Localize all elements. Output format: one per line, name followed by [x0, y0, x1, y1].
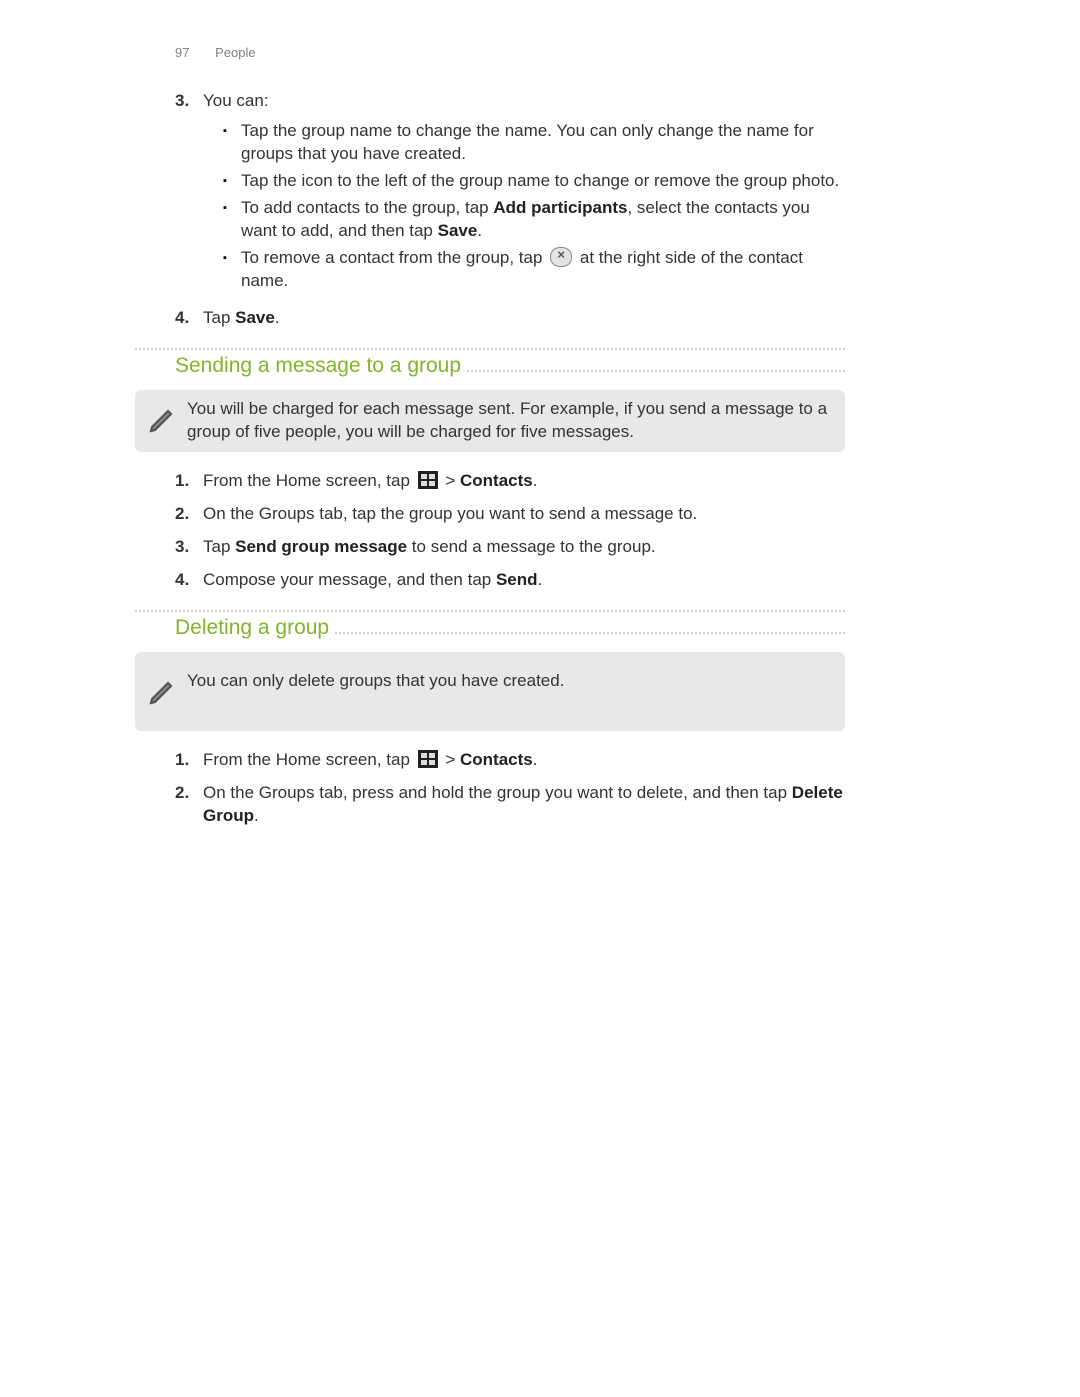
step-body: Tap Send group message to send a message… — [203, 536, 845, 559]
save-label: Save — [235, 308, 275, 327]
t: Tap — [203, 537, 235, 556]
t: Tap — [203, 308, 235, 327]
s3-step1: 1. From the Home screen, tap > Contacts. — [175, 749, 845, 772]
section-heading: Deleting a group — [135, 612, 331, 644]
save-label: Save — [438, 221, 478, 240]
bullet-photo: ▪ Tap the icon to the left of the group … — [223, 170, 845, 193]
apps-grid-icon — [418, 750, 438, 768]
content-column: 97 People 3. You can: ▪ Tap the group na… — [135, 44, 845, 828]
step-3: 3. You can: ▪ Tap the group name to chan… — [175, 90, 845, 298]
running-header: 97 People — [175, 44, 845, 62]
step-body: On the Groups tab, tap the group you wan… — [203, 503, 845, 526]
step-number: 4. — [175, 569, 203, 592]
step3-bullets: ▪ Tap the group name to change the name.… — [223, 120, 845, 293]
bullet-rename: ▪ Tap the group name to change the name.… — [223, 120, 845, 166]
s2-step4: 4. Compose your message, and then tap Se… — [175, 569, 845, 592]
bullet-text: Tap the icon to the left of the group na… — [241, 170, 845, 193]
step-body: Compose your message, and then tap Send. — [203, 569, 845, 592]
t: . — [533, 471, 538, 490]
step-4: 4. Tap Save. — [175, 307, 845, 330]
deleting-steps: 1. From the Home screen, tap > Contacts.… — [175, 749, 845, 828]
t: . — [538, 570, 543, 589]
step-body: You can: ▪ Tap the group name to change … — [203, 90, 845, 298]
contacts-label: Contacts — [460, 750, 533, 769]
t: . — [533, 750, 538, 769]
rule — [467, 350, 845, 372]
step-number: 1. — [175, 749, 203, 772]
t: to send a message to the group. — [407, 537, 656, 556]
send-label: Send — [496, 570, 538, 589]
bullet-add: ▪ To add contacts to the group, tap Add … — [223, 197, 845, 243]
bullet-text: To add contacts to the group, tap Add pa… — [241, 197, 845, 243]
s2-step2: 2. On the Groups tab, tap the group you … — [175, 503, 845, 526]
t: . — [254, 806, 259, 825]
s3-step2: 2. On the Groups tab, press and hold the… — [175, 782, 845, 828]
step-number: 3. — [175, 536, 203, 559]
s2-step3: 3. Tap Send group message to send a mess… — [175, 536, 845, 559]
step-number: 4. — [175, 307, 203, 330]
step-number: 2. — [175, 503, 203, 526]
section-sending: Sending a message to a group — [135, 348, 845, 382]
bullet-icon: ▪ — [223, 170, 241, 193]
contacts-label: Contacts — [460, 471, 533, 490]
t: To add contacts to the group, tap — [241, 198, 493, 217]
note-charge: You will be charged for each message sen… — [135, 390, 845, 452]
add-participants-label: Add participants — [493, 198, 627, 217]
t: Compose your message, and then tap — [203, 570, 496, 589]
remove-x-icon — [550, 247, 572, 267]
apps-grid-icon — [418, 471, 438, 489]
t: . — [275, 308, 280, 327]
t: > — [441, 750, 460, 769]
page-number: 97 — [175, 45, 189, 60]
step-body: On the Groups tab, press and hold the gr… — [203, 782, 845, 828]
step-body: From the Home screen, tap > Contacts. — [203, 749, 845, 772]
t: > — [441, 471, 460, 490]
step-number: 2. — [175, 782, 203, 828]
bullet-remove: ▪ To remove a contact from the group, ta… — [223, 247, 845, 293]
step-lead: You can: — [203, 90, 845, 113]
section-deleting: Deleting a group — [135, 610, 845, 644]
t: On the Groups tab, press and hold the gr… — [203, 783, 792, 802]
bullet-text: To remove a contact from the group, tap … — [241, 247, 845, 293]
pencil-icon — [135, 670, 187, 713]
section-name: People — [215, 45, 255, 60]
step-number: 1. — [175, 470, 203, 493]
bullet-text: Tap the group name to change the name. Y… — [241, 120, 845, 166]
t: From the Home screen, tap — [203, 471, 415, 490]
bullet-icon: ▪ — [223, 197, 241, 243]
step-number: 3. — [175, 90, 203, 298]
pencil-icon — [135, 398, 187, 441]
bullet-icon: ▪ — [223, 120, 241, 166]
step-body: From the Home screen, tap > Contacts. — [203, 470, 845, 493]
s2-step1: 1. From the Home screen, tap > Contacts. — [175, 470, 845, 493]
edit-group-steps: 3. You can: ▪ Tap the group name to chan… — [175, 90, 845, 331]
note-text: You will be charged for each message sen… — [187, 398, 831, 444]
send-group-message-label: Send group message — [235, 537, 407, 556]
heading-row: Sending a message to a group — [135, 350, 845, 382]
t: . — [477, 221, 482, 240]
note-text: You can only delete groups that you have… — [187, 670, 831, 693]
sending-steps: 1. From the Home screen, tap > Contacts.… — [175, 470, 845, 592]
bullet-icon: ▪ — [223, 247, 241, 293]
t: To remove a contact from the group, tap — [241, 248, 547, 267]
page: 97 People 3. You can: ▪ Tap the group na… — [0, 0, 1080, 1397]
section-heading: Sending a message to a group — [135, 350, 463, 382]
note-delete: You can only delete groups that you have… — [135, 652, 845, 731]
step-body: Tap Save. — [203, 307, 845, 330]
t: From the Home screen, tap — [203, 750, 415, 769]
rule — [335, 612, 845, 634]
heading-row: Deleting a group — [135, 612, 845, 644]
